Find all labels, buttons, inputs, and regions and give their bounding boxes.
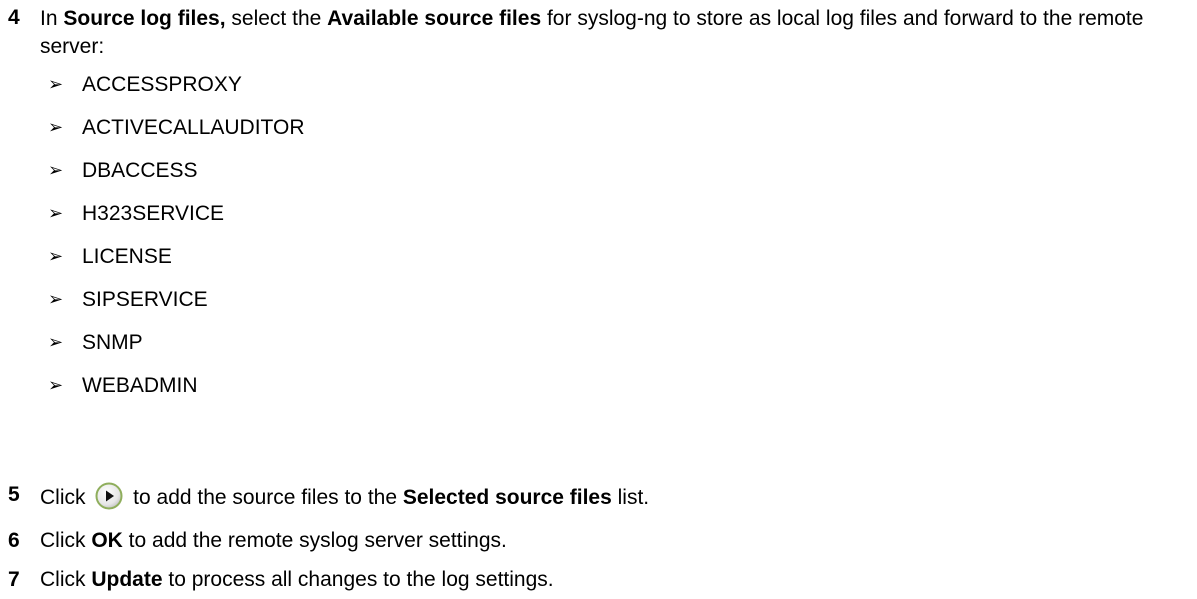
list-item: ➢ ACTIVECALLAUDITOR xyxy=(48,114,305,141)
text-segment: select the xyxy=(225,7,328,30)
arrow-bullet-icon: ➢ xyxy=(48,246,64,266)
arrow-bullet-icon: ➢ xyxy=(48,117,64,137)
list-item-label: SIPSERVICE xyxy=(82,288,208,311)
list-item-label: WEBADMIN xyxy=(82,374,198,397)
text-segment: to add the remote syslog server settings… xyxy=(122,529,507,552)
arrow-bullet-icon: ➢ xyxy=(48,289,64,309)
step-number: 5 xyxy=(8,483,20,506)
list-item-label: H323SERVICE xyxy=(82,202,225,225)
arrow-bullet-icon: ➢ xyxy=(48,160,64,180)
list-item: ➢ ACCESSPROXY xyxy=(48,71,305,98)
text-segment: to add the source files to the xyxy=(127,486,403,509)
list-item-label: ACTIVECALLAUDITOR xyxy=(82,116,305,139)
list-item: ➢ WEBADMIN xyxy=(48,372,305,399)
bold-segment: Selected source files xyxy=(402,486,612,509)
bold-segment: Source log files, xyxy=(63,7,226,30)
list-item: ➢ LICENSE xyxy=(48,243,305,270)
list-item: ➢ SNMP xyxy=(48,329,305,356)
bold-segment: Update xyxy=(91,568,163,591)
step-number: 7 xyxy=(8,568,20,591)
list-item-label: LICENSE xyxy=(82,245,172,268)
play-circle-icon xyxy=(95,482,123,510)
arrow-bullet-icon: ➢ xyxy=(48,375,64,395)
step-number: 4 xyxy=(8,6,20,29)
list-item: ➢ SIPSERVICE xyxy=(48,286,305,313)
arrow-bullet-icon: ➢ xyxy=(48,332,64,352)
arrow-bullet-icon: ➢ xyxy=(48,203,64,223)
text-segment: list. xyxy=(611,486,650,509)
text-segment: Click xyxy=(40,529,92,552)
step-text: Click Update to process all changes to t… xyxy=(40,567,1193,593)
text-segment: Click xyxy=(40,486,92,509)
text-segment: Click xyxy=(40,568,92,591)
list-item-label: DBACCESS xyxy=(82,159,198,182)
bold-segment: OK xyxy=(91,529,123,552)
list-item: ➢ DBACCESS xyxy=(48,157,305,184)
step-text: In Source log files, select the Availabl… xyxy=(40,5,1193,61)
source-file-list: ➢ ACCESSPROXY ➢ ACTIVECALLAUDITOR ➢ DBACCES… xyxy=(48,71,305,415)
text-segment: In xyxy=(40,7,64,30)
list-item-label: ACCESSPROXY xyxy=(82,73,242,96)
list-item: ➢ H323SERVICE xyxy=(48,200,305,227)
text-segment: to process all changes to the log settin… xyxy=(162,568,554,591)
step-text: Click to add the source files to the Sel… xyxy=(40,482,1193,511)
arrow-bullet-icon: ➢ xyxy=(48,74,64,94)
step-number: 6 xyxy=(8,529,20,552)
bold-segment: Available source files xyxy=(327,7,542,30)
step-text: Click OK to add the remote syslog server… xyxy=(40,528,1193,554)
list-item-label: SNMP xyxy=(82,331,143,354)
